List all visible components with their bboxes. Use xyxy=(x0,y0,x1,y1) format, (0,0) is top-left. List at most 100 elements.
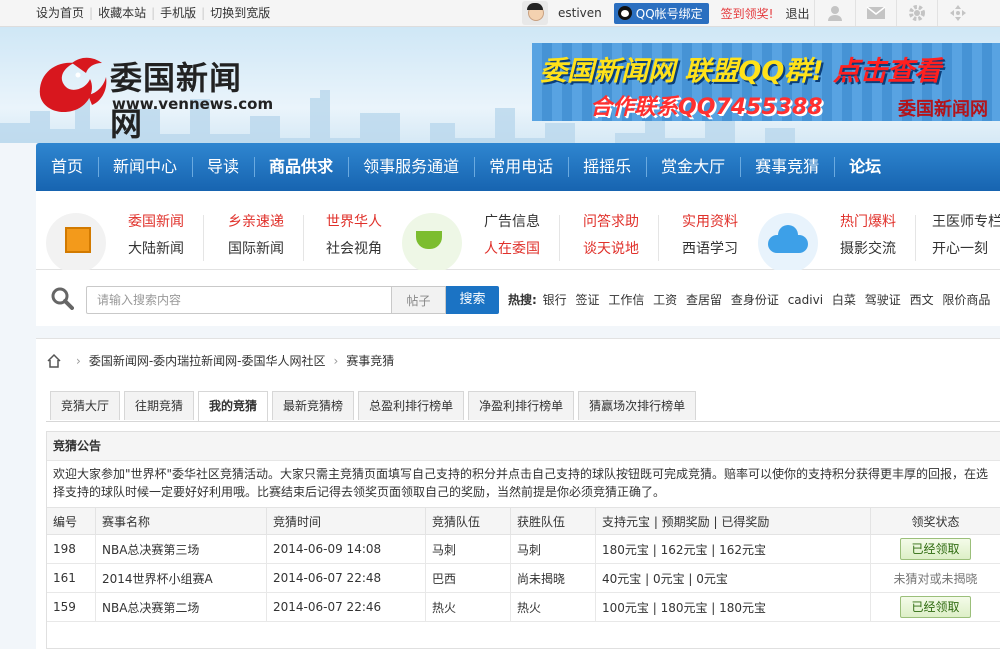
subnav-col-1: 委国新闻 大陆新闻 xyxy=(108,209,204,263)
subnav-col-5: 问答求助 谈天说地 xyxy=(563,209,659,263)
subnav-link[interactable]: 国际新闻 xyxy=(208,236,304,263)
table-header-row: 编号 赛事名称 竞猜时间 竞猜队伍 获胜队伍 支持元宝 | 预期奖励 | 已得奖… xyxy=(47,508,1000,535)
box-icon xyxy=(46,213,106,273)
hot-keyword[interactable]: cadivi xyxy=(788,293,823,307)
event-name: NBA总决赛第二场 xyxy=(96,593,267,622)
hot-keyword[interactable]: 工作信 xyxy=(608,293,644,307)
username-link[interactable]: estiven xyxy=(558,6,602,20)
mail-icon[interactable] xyxy=(855,0,896,26)
claimed-button[interactable]: 已经领取 xyxy=(900,596,970,618)
gear-icon[interactable] xyxy=(896,0,937,26)
mobile-link[interactable]: 手机版 xyxy=(160,6,196,20)
subnav-link[interactable]: 实用资料 xyxy=(662,209,758,236)
subnav-link[interactable]: 世界华人 xyxy=(306,209,402,236)
tab-wins-ranking[interactable]: 猜赢场次排行榜单 xyxy=(578,391,696,420)
subnav-link[interactable]: 大陆新闻 xyxy=(108,236,204,263)
search-button[interactable]: 搜索 xyxy=(446,286,499,314)
user-icon[interactable] xyxy=(814,0,855,26)
claimed-button[interactable]: 已经领取 xyxy=(900,538,970,560)
nav-guide[interactable]: 导读 xyxy=(192,143,254,191)
breadcrumb-site-link[interactable]: 委国新闻网-委内瑞拉新闻网-委国华人网社区 xyxy=(89,351,326,371)
tab-net-profit-ranking[interactable]: 净盈利排行榜单 xyxy=(468,391,574,420)
subnav-col-7: 热门爆料 摄影交流 xyxy=(820,209,916,263)
search-type-select[interactable]: 帖子 xyxy=(392,286,446,314)
logout-link[interactable]: 退出 xyxy=(785,5,809,22)
subnav-link[interactable]: 乡亲速递 xyxy=(208,209,304,236)
hot-keyword[interactable]: 白菜 xyxy=(832,293,856,307)
bet-team: 巴西 xyxy=(426,564,511,593)
hot-keyword[interactable]: 查身份证 xyxy=(731,293,779,307)
hot-keyword[interactable]: 西文 xyxy=(910,293,934,307)
hot-keyword[interactable]: 限价商品 xyxy=(942,293,990,307)
top-icons xyxy=(814,0,978,26)
subnav-link[interactable]: 人在委国 xyxy=(464,236,560,263)
table-row: 198 NBA总决赛第三场 2014-06-09 14:08 马刺 马刺 180… xyxy=(47,535,1000,564)
subnav-link[interactable]: 西语学习 xyxy=(662,236,758,263)
subnav-link[interactable]: 问答求助 xyxy=(563,209,659,236)
bet-amounts: 180元宝 | 162元宝 | 162元宝 xyxy=(596,535,871,564)
bet-id: 198 xyxy=(47,535,96,564)
ad-line-1: 委国新闻网 联盟QQ群! 点击查看 xyxy=(540,49,941,88)
nav-betting[interactable]: 赛事竞猜 xyxy=(740,143,834,191)
hot-keyword[interactable]: 查居留 xyxy=(686,293,722,307)
betting-panel: 竞猜公告 欢迎大家参加"世界杯"委华社区竞猜活动。大家只需主竞猜页面填写自己支持… xyxy=(46,431,1000,649)
table-row: 159 NBA总决赛第二场 2014-06-07 22:46 热火 热火 100… xyxy=(47,593,1000,622)
subnav-link[interactable]: 委国新闻 xyxy=(108,209,204,236)
hot-keyword[interactable]: 签证 xyxy=(575,293,599,307)
nav-consular[interactable]: 领事服务通道 xyxy=(348,143,474,191)
tab-latest-ranking[interactable]: 最新竞猜榜 xyxy=(272,391,354,420)
winning-team: 尚未揭晓 xyxy=(511,564,596,593)
col-header: 领奖状态 xyxy=(871,508,1000,535)
nav-forum[interactable]: 论坛 xyxy=(834,143,896,191)
header-banner: 委国新闻网 www.vennews.com 委国新闻网 联盟QQ群! 点击查看 … xyxy=(0,27,1000,143)
avatar[interactable] xyxy=(522,1,548,25)
col-header: 竞猜时间 xyxy=(267,508,426,535)
nav-phone[interactable]: 常用电话 xyxy=(474,143,568,191)
hot-keyword[interactable]: 工资 xyxy=(653,293,677,307)
subnav-link[interactable]: 广告信息 xyxy=(464,209,560,236)
nav-market[interactable]: 商品供求 xyxy=(254,143,348,191)
qq-bind-button[interactable]: QQ帐号绑定 xyxy=(614,3,709,24)
claim-status-cell: 已经领取 xyxy=(871,535,1000,564)
tab-past-bets[interactable]: 往期竞猜 xyxy=(124,391,194,420)
qq-bind-label: QQ帐号绑定 xyxy=(636,5,703,22)
nav-bounty[interactable]: 赏金大厅 xyxy=(646,143,740,191)
hot-keyword[interactable]: 银行 xyxy=(543,293,567,307)
subnav-col-4: 广告信息 人在委国 xyxy=(464,209,560,263)
bet-id: 159 xyxy=(47,593,96,622)
nav-news-center[interactable]: 新闻中心 xyxy=(98,143,192,191)
nav-shake[interactable]: 摇摇乐 xyxy=(568,143,646,191)
breadcrumb: › 委国新闻网-委内瑞拉新闻网-委国华人网社区 › 赛事竞猜 xyxy=(46,351,394,371)
nav-home[interactable]: 首页 xyxy=(36,143,98,191)
set-homepage-link[interactable]: 设为首页 xyxy=(36,6,84,20)
subnav-link[interactable]: 王医师专栏 xyxy=(932,209,1000,236)
subnav-link[interactable]: 社会视角 xyxy=(306,236,402,263)
claim-status-text: 未猜对或未揭晓 xyxy=(871,564,1000,593)
subnav-col-2: 乡亲速递 国际新闻 xyxy=(208,209,304,263)
bet-team: 热火 xyxy=(426,593,511,622)
search-input[interactable] xyxy=(86,286,392,314)
subnav-link[interactable]: 热门爆料 xyxy=(820,209,916,236)
col-header: 竞猜队伍 xyxy=(426,508,511,535)
tab-betting-hall[interactable]: 竞猜大厅 xyxy=(50,391,120,420)
tab-my-bets[interactable]: 我的竞猜 xyxy=(198,391,268,422)
hot-keyword[interactable]: 驾驶证 xyxy=(865,293,901,307)
event-name: NBA总决赛第三场 xyxy=(96,535,267,564)
site-logo[interactable]: 委国新闻网 www.vennews.com xyxy=(32,45,272,125)
bet-amounts: 100元宝 | 180元宝 | 180元宝 xyxy=(596,593,871,622)
bet-time: 2014-06-07 22:46 xyxy=(267,593,426,622)
signin-reward-link[interactable]: 签到领奖! xyxy=(721,5,774,22)
bet-id: 161 xyxy=(47,564,96,593)
subnav-link[interactable]: 谈天说地 xyxy=(563,236,659,263)
qq-group-ad-banner[interactable]: 委国新闻网 联盟QQ群! 点击查看 合作联系QQ7455388 委国新闻网 xyxy=(532,43,1000,121)
subnav-link[interactable]: 开心一刻 xyxy=(932,236,1000,263)
subnav-link[interactable]: 摄影交流 xyxy=(820,236,916,263)
hot-search-list: 热搜: 银行 签证 工作信 工资 查居留 查身份证 cadivi 白菜 驾驶证 … xyxy=(508,286,995,314)
home-icon[interactable] xyxy=(46,353,62,369)
bookmark-link[interactable]: 收藏本站 xyxy=(98,6,146,20)
move-arrows-icon[interactable] xyxy=(937,0,978,26)
winning-team: 马刺 xyxy=(511,535,596,564)
tab-total-profit-ranking[interactable]: 总盈利排行榜单 xyxy=(358,391,464,420)
wide-version-link[interactable]: 切换到宽版 xyxy=(210,6,270,20)
breadcrumb-current[interactable]: 赛事竞猜 xyxy=(346,351,394,371)
